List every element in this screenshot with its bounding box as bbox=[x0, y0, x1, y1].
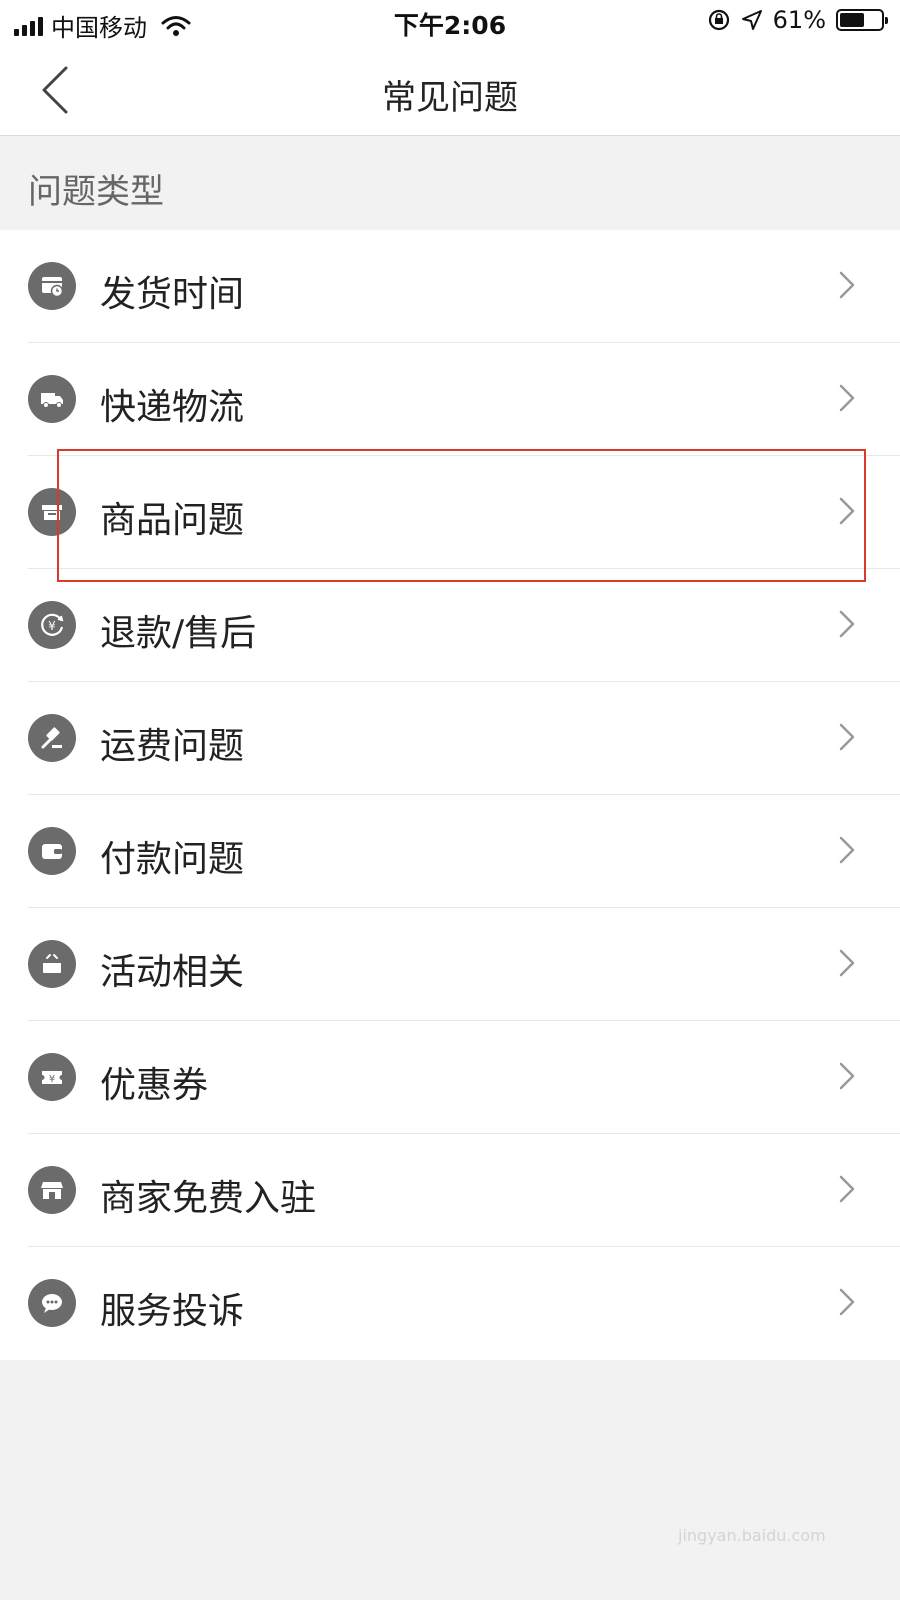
menu-item-payment-issues[interactable]: 付款问题 bbox=[0, 795, 900, 908]
menu-item-activities[interactable]: 活动相关 bbox=[0, 908, 900, 1021]
chevron-right-icon bbox=[839, 836, 855, 864]
menu-item-label: 优惠券 bbox=[100, 1065, 209, 1106]
chevron-right-icon bbox=[839, 271, 855, 299]
gift-icon bbox=[28, 940, 76, 988]
menu-item-shipping-fee[interactable]: 运费问题 bbox=[0, 682, 900, 795]
svg-text:¥: ¥ bbox=[49, 1074, 55, 1085]
page-title: 常见问题 bbox=[382, 78, 518, 118]
chevron-right-icon bbox=[839, 723, 855, 751]
battery-level bbox=[840, 13, 864, 27]
menu-item-label: 快递物流 bbox=[100, 387, 245, 428]
section-title: 问题类型 bbox=[28, 172, 164, 212]
menu-item-label: 活动相关 bbox=[100, 952, 245, 993]
wallet-icon bbox=[28, 827, 76, 875]
menu-item-label: 付款问题 bbox=[100, 839, 245, 880]
battery-icon bbox=[836, 9, 888, 31]
svg-text:¥: ¥ bbox=[48, 619, 56, 633]
section-header: 问题类型 bbox=[0, 136, 900, 230]
menu-item-coupons[interactable]: ¥ 优惠券 bbox=[0, 1021, 900, 1134]
menu-item-label: 商品问题 bbox=[100, 500, 245, 541]
menu-item-service-complaint[interactable]: 服务投诉 bbox=[0, 1247, 900, 1360]
menu-item-label: 运费问题 bbox=[100, 726, 245, 767]
menu-item-refund-aftersales[interactable]: ¥ 退款/售后 bbox=[0, 569, 900, 682]
menu-item-label: 退款/售后 bbox=[100, 613, 257, 654]
chevron-right-icon bbox=[839, 1062, 855, 1090]
baidu-watermark: jingyan.baidu.com bbox=[676, 1470, 876, 1560]
battery-percent: 61% bbox=[772, 6, 826, 34]
menu-item-shipping-time[interactable]: 发货时间 bbox=[0, 230, 900, 343]
status-bar: 中国移动 下午2:06 61% bbox=[0, 0, 900, 46]
chevron-right-icon bbox=[839, 1288, 855, 1316]
yuan-refund-icon: ¥ bbox=[28, 601, 76, 649]
location-arrow-icon bbox=[741, 10, 762, 30]
menu-item-label: 商家免费入驻 bbox=[100, 1178, 317, 1219]
chevron-right-icon bbox=[839, 497, 855, 525]
chevron-right-icon bbox=[839, 384, 855, 412]
menu-item-merchant-join[interactable]: 商家免费入驻 bbox=[0, 1134, 900, 1247]
truck-icon bbox=[28, 375, 76, 423]
store-icon bbox=[28, 1166, 76, 1214]
box-icon bbox=[28, 488, 76, 536]
menu-item-express-logistics[interactable]: 快递物流 bbox=[0, 343, 900, 456]
chevron-right-icon bbox=[839, 610, 855, 638]
rotation-lock-icon bbox=[708, 9, 729, 31]
watermark-url: jingyan.baidu.com bbox=[678, 1526, 826, 1545]
calendar-clock-icon bbox=[28, 262, 76, 310]
chevron-right-icon bbox=[839, 1175, 855, 1203]
menu-item-label: 服务投诉 bbox=[100, 1291, 245, 1332]
status-right: 61% bbox=[707, 6, 888, 34]
chat-bubble-icon bbox=[28, 1279, 76, 1327]
gavel-icon bbox=[28, 714, 76, 762]
question-type-list: 发货时间 快递物流 商品问题 ¥ 退款/售后 运费问题 付款问题 活动相关 ¥ … bbox=[0, 230, 900, 1360]
menu-item-product-issues[interactable]: 商品问题 bbox=[0, 456, 900, 569]
navigation-bar: 常见问题 bbox=[0, 46, 900, 136]
coupon-icon: ¥ bbox=[28, 1053, 76, 1101]
chevron-right-icon bbox=[839, 949, 855, 977]
menu-item-label: 发货时间 bbox=[100, 274, 245, 315]
